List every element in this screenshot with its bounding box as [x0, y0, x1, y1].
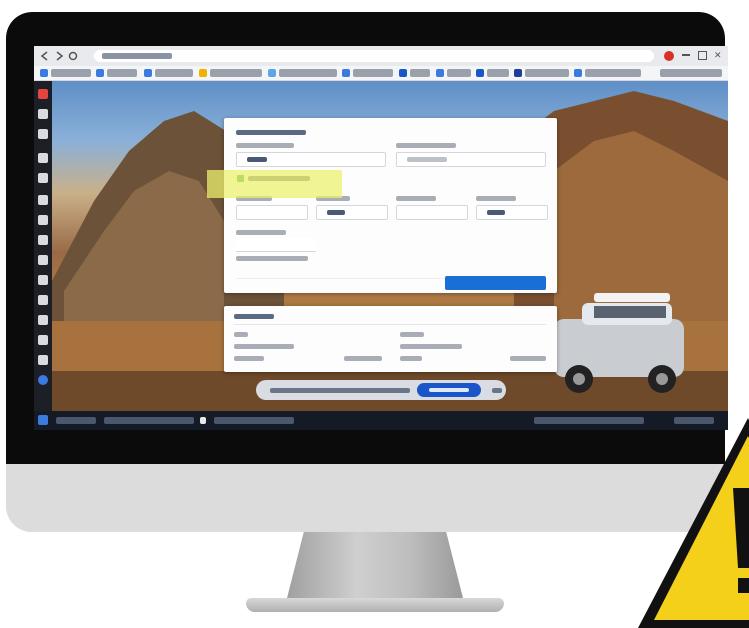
monitor-stand-neck [286, 532, 464, 602]
dropoff-location-input[interactable] [396, 152, 546, 167]
taskbar [34, 411, 728, 430]
sidebar-icon[interactable] [38, 215, 48, 225]
bookmark-item[interactable] [585, 69, 641, 77]
sidebar-icon[interactable] [38, 89, 48, 99]
pickup-location-input[interactable] [236, 152, 386, 167]
sidebar-icon[interactable] [38, 335, 48, 345]
bookmark-icon[interactable] [40, 69, 48, 77]
minimize-icon[interactable] [682, 54, 690, 56]
bookmark-icon[interactable] [574, 69, 582, 77]
sidebar-icon[interactable] [38, 195, 48, 205]
taskbar-item[interactable] [214, 417, 294, 424]
cookie-accept-button[interactable] [417, 383, 481, 397]
pickup-time-input[interactable] [316, 205, 388, 220]
list-item [234, 356, 264, 361]
sidebar-icon[interactable] [38, 315, 48, 325]
form-heading [236, 130, 306, 135]
list-item [400, 356, 422, 361]
bookmark-icon[interactable] [514, 69, 522, 77]
list-item [400, 332, 424, 337]
bookmark-icon[interactable] [399, 69, 407, 77]
bookmark-item[interactable] [155, 69, 193, 77]
bookmark-item[interactable] [51, 69, 91, 77]
sidebar-icon[interactable] [38, 173, 48, 183]
pickup-time-value [327, 210, 345, 215]
sidebar-icon[interactable] [38, 295, 48, 305]
bookmark-item[interactable] [353, 69, 393, 77]
address-bar-url [102, 53, 172, 59]
bookmark-icon[interactable] [342, 69, 350, 77]
bookmark-icon[interactable] [436, 69, 444, 77]
list-item [234, 344, 294, 349]
results-card [224, 306, 557, 372]
start-icon[interactable] [38, 415, 48, 425]
sidebar [34, 81, 52, 411]
sidebar-icon[interactable] [38, 129, 48, 139]
sidebar-icon[interactable] [38, 355, 48, 365]
search-button[interactable] [445, 276, 546, 290]
close-icon[interactable]: ✕ [714, 50, 722, 60]
bookmark-icon[interactable] [96, 69, 104, 77]
bookmark-item[interactable] [447, 69, 471, 77]
driver-age-select[interactable] [236, 238, 316, 252]
monitor-chin [6, 464, 725, 532]
profile-avatar[interactable] [664, 51, 674, 61]
taskbar-item[interactable] [56, 417, 96, 424]
divider [234, 324, 546, 325]
system-tray[interactable] [534, 417, 644, 424]
list-item [234, 332, 248, 337]
search-form-card [224, 118, 557, 293]
pickup-label [236, 143, 294, 148]
bookmark-icon[interactable] [199, 69, 207, 77]
return-date-label [396, 196, 436, 201]
results-heading [234, 314, 274, 319]
bookmark-item[interactable] [410, 69, 430, 77]
sidebar-icon[interactable] [38, 153, 48, 163]
return-time-label [476, 196, 516, 201]
promo-code-link[interactable] [236, 256, 308, 261]
back-icon[interactable] [40, 51, 48, 61]
driver-age-label [236, 230, 286, 235]
forward-icon[interactable] [56, 51, 64, 61]
maximize-icon[interactable] [698, 51, 707, 60]
screen: ✕ [34, 46, 728, 430]
return-time-input[interactable] [476, 205, 548, 220]
list-item-link[interactable] [510, 356, 546, 361]
list-item-link[interactable] [344, 356, 382, 361]
dropoff-label [396, 143, 456, 148]
return-date-input[interactable] [396, 205, 468, 220]
browser-toolbar: ✕ [34, 46, 728, 66]
sidebar-icon[interactable] [38, 275, 48, 285]
sidebar-icon[interactable] [38, 375, 48, 385]
cookie-banner-text [270, 388, 410, 393]
bookmark-item[interactable] [660, 69, 722, 77]
bookmark-item[interactable] [525, 69, 569, 77]
reload-icon[interactable] [68, 51, 78, 61]
taskbar-item[interactable] [104, 417, 194, 424]
address-bar[interactable] [94, 50, 654, 62]
bookmark-icon[interactable] [476, 69, 484, 77]
bookmark-item[interactable] [210, 69, 262, 77]
navigation-icons [40, 51, 78, 61]
bookmark-icon[interactable] [268, 69, 276, 77]
bookmarks-bar [34, 66, 728, 81]
bookmark-icon[interactable] [144, 69, 152, 77]
highlight-overlay [207, 170, 342, 198]
pickup-date-input[interactable] [236, 205, 308, 220]
monitor-stand-base [246, 598, 504, 612]
dropoff-location-placeholder [407, 157, 447, 162]
sidebar-icon[interactable] [38, 255, 48, 265]
cookie-close[interactable] [492, 388, 502, 393]
warning-icon [638, 418, 749, 628]
taskbar-item[interactable] [200, 417, 206, 424]
cookie-accept-label [429, 388, 469, 392]
bookmark-item[interactable] [279, 69, 337, 77]
sidebar-icon[interactable] [38, 109, 48, 119]
list-item [400, 344, 462, 349]
bookmark-item[interactable] [487, 69, 509, 77]
bookmark-item[interactable] [107, 69, 137, 77]
pickup-location-value [247, 157, 267, 162]
sidebar-icon[interactable] [38, 235, 48, 245]
return-time-value [487, 210, 505, 215]
